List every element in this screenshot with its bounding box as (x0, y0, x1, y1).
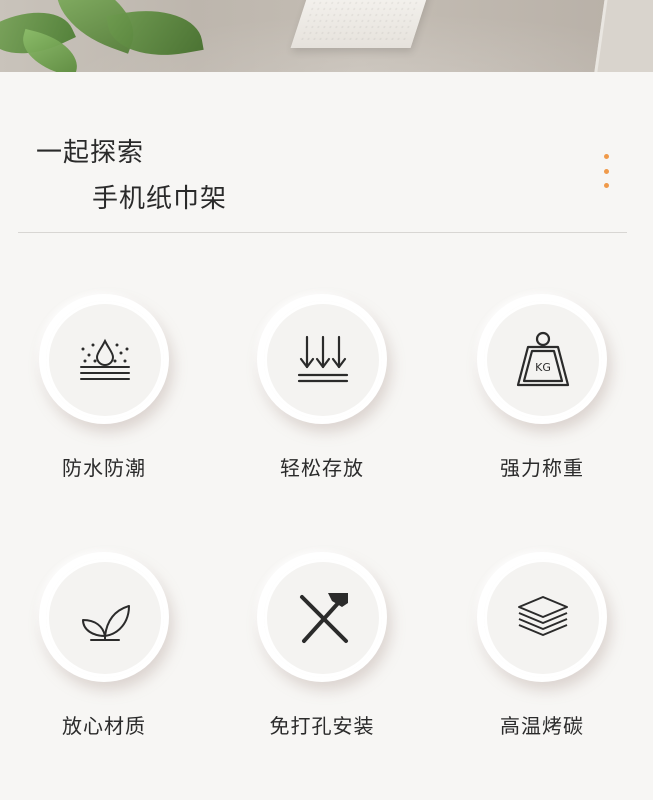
more-options-button[interactable] (596, 154, 616, 188)
no-drill-tools-icon (300, 593, 348, 643)
feature-badge: KG (477, 294, 607, 424)
feature-badge (477, 552, 607, 682)
more-vertical-icon (603, 183, 609, 188)
feature-badge-inner (45, 558, 165, 678)
feature-badge (39, 294, 169, 424)
feature-badge-inner (483, 558, 603, 678)
feature-badge-inner: KG (483, 300, 603, 420)
feature-badge-inner (263, 558, 383, 678)
feature-badge-inner (263, 300, 383, 420)
feature-high-temp-carbon: 高温烤碳 (452, 492, 632, 738)
leaf-sprout-icon (82, 605, 130, 641)
down-arrows-icon (297, 335, 349, 383)
header-divider (18, 232, 627, 233)
product-feature-page: 一起探索 手机纸巾架 防水防潮 轻松存放 KG 强力称重 放心材质 免打孔安装 … (0, 0, 653, 800)
more-vertical-icon (603, 168, 609, 174)
banner-tissue-paper (290, 0, 430, 48)
feature-label: 高温烤碳 (500, 714, 584, 738)
feature-badge (257, 294, 387, 424)
feature-label: 轻松存放 (280, 456, 364, 480)
kg-label: KG (535, 361, 551, 374)
banner-photo (0, 0, 653, 72)
feature-safe-material: 放心材质 (14, 492, 194, 738)
feature-badge-inner (45, 300, 165, 420)
section-header: 一起探索 手机纸巾架 (0, 72, 653, 234)
kg-weight-icon: KG (516, 331, 570, 387)
feature-label: 强力称重 (500, 456, 584, 480)
feature-easy-storage: 轻松存放 (232, 234, 412, 480)
waterproof-icon (80, 338, 130, 380)
layers-stack-icon (518, 596, 568, 636)
feature-waterproof: 防水防潮 (14, 234, 194, 480)
feature-no-drill: 免打孔安装 (232, 492, 412, 738)
feature-badge (257, 552, 387, 682)
more-vertical-icon (603, 154, 609, 159)
feature-strong-load: KG 强力称重 (452, 234, 632, 480)
feature-label: 防水防潮 (62, 456, 146, 480)
feature-label: 放心材质 (62, 714, 146, 738)
banner-wall-tile (594, 0, 653, 72)
feature-badge (39, 552, 169, 682)
feature-label: 免打孔安装 (269, 714, 375, 738)
feature-grid: 防水防潮 轻松存放 KG 强力称重 放心材质 免打孔安装 高温烤碳 (0, 234, 653, 800)
page-subtitle: 手机纸巾架 (92, 184, 228, 214)
page-title: 一起探索 (36, 138, 145, 168)
